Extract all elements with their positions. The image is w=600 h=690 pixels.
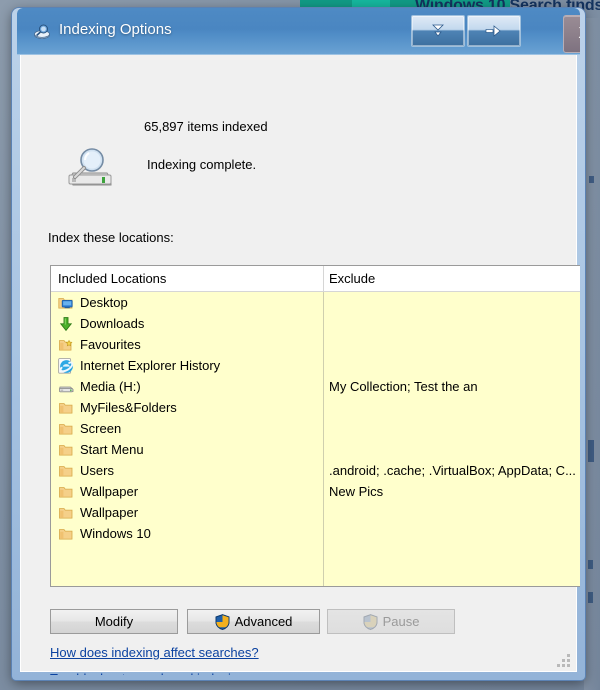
table-row[interactable]: Wallpaper New Pics (51, 481, 580, 502)
maximize-button[interactable] (467, 15, 521, 47)
window-titlebar[interactable]: Indexing Options X (17, 8, 580, 55)
index-locations-label: Index these locations: (48, 230, 174, 245)
included-location-cell[interactable]: Screen (58, 418, 320, 439)
background-right-panel (584, 18, 600, 690)
table-row[interactable]: Favourites (51, 334, 580, 355)
indexing-options-window: Indexing Options X (12, 8, 585, 680)
included-location-cell[interactable]: Windows 10 (58, 523, 320, 544)
modify-button-label: Modify (94, 614, 134, 629)
table-row[interactable]: MyFiles&Folders (51, 397, 580, 418)
indexed-locations-listbox[interactable]: Included Locations Exclude Desktop Downlo… (50, 265, 580, 587)
drive-icon (58, 379, 74, 395)
table-row[interactable]: Screen (51, 418, 580, 439)
exclude-cell[interactable]: .android; .cache; .VirtualBox; AppData; … (329, 460, 580, 481)
indexing-status-label: Indexing complete. (147, 157, 257, 172)
included-location-cell[interactable]: Start Menu (58, 439, 320, 460)
exclude-cell[interactable]: My Collection; Test the an (329, 376, 580, 397)
table-row[interactable]: Windows 10 (51, 523, 580, 544)
uac-shield-icon (215, 613, 230, 630)
uac-shield-icon-disabled (363, 613, 378, 630)
included-location-cell[interactable]: Media (H:) (58, 376, 320, 397)
table-row[interactable]: Internet Explorer History (51, 355, 580, 376)
included-location-label: Media (H:) (80, 379, 141, 394)
exclude-cell[interactable]: New Pics (329, 481, 580, 502)
background-fleck (588, 560, 593, 569)
included-location-label: MyFiles&Folders (80, 400, 177, 415)
background-fleck (588, 592, 593, 603)
included-location-cell[interactable]: MyFiles&Folders (58, 397, 320, 418)
listbox-rows: Desktop Downloads Favourites Internet Explo… (51, 292, 580, 586)
table-row[interactable]: Downloads (51, 313, 580, 334)
items-indexed-label: 65,897 items indexed (144, 119, 268, 134)
exclude-cell[interactable] (329, 439, 580, 460)
listbox-header: Included Locations Exclude (51, 266, 580, 292)
included-location-label: Desktop (80, 295, 128, 310)
included-location-cell[interactable]: Internet Explorer History (58, 355, 320, 376)
close-window-button[interactable]: X (563, 15, 580, 53)
background-fleck (589, 176, 594, 183)
pause-button-label: Pause (382, 614, 420, 629)
included-location-label: Screen (80, 421, 122, 436)
dialog-client-area: 65,897 items indexed Indexing complete. … (20, 55, 580, 675)
table-row[interactable]: Wallpaper (51, 502, 580, 523)
resize-grip[interactable] (557, 654, 570, 667)
exclude-cell[interactable] (329, 334, 580, 355)
indexing-options-icon (33, 23, 51, 41)
exclude-cell[interactable] (329, 313, 580, 334)
drive-search-icon (63, 143, 119, 191)
table-row[interactable]: Users .android; .cache; .VirtualBox; AppD… (51, 460, 580, 481)
advanced-button-label: Advanced (234, 614, 293, 629)
modify-button[interactable]: Modify (50, 609, 178, 634)
downloads-icon (58, 316, 74, 332)
advanced-button[interactable]: Advanced (187, 609, 320, 634)
exclude-cell[interactable] (329, 523, 580, 544)
how-does-indexing-affect-searches-link[interactable]: How does indexing affect searches? (50, 645, 259, 660)
included-location-cell[interactable]: Users (58, 460, 320, 481)
folder-favourites-icon (58, 337, 74, 353)
included-location-cell[interactable]: Wallpaper (58, 502, 320, 523)
exclude-cell[interactable] (329, 418, 580, 439)
table-row[interactable]: Desktop (51, 292, 580, 313)
column-header-included-locations[interactable]: Included Locations (58, 271, 166, 286)
folder-icon (58, 526, 74, 542)
troubleshoot-search-and-indexing-link[interactable]: Troubleshoot search and indexing (50, 671, 245, 675)
exclude-cell[interactable] (329, 502, 580, 523)
included-location-cell[interactable]: Desktop (58, 292, 320, 313)
close-icon: X (579, 25, 580, 43)
folder-icon (58, 484, 74, 500)
exclude-cell[interactable] (329, 355, 580, 376)
minimize-button[interactable] (411, 15, 465, 47)
included-location-label: Windows 10 (80, 526, 151, 541)
window-title: Indexing Options (59, 21, 172, 38)
internet-explorer-icon (58, 357, 74, 374)
included-location-label: Wallpaper (80, 505, 139, 520)
included-location-cell[interactable]: Favourites (58, 334, 320, 355)
included-location-label: Users (80, 463, 114, 478)
header-column-divider (323, 266, 324, 292)
window-inner: Indexing Options X (17, 8, 580, 675)
included-location-cell[interactable]: Wallpaper (58, 481, 320, 502)
folder-icon (58, 421, 74, 437)
included-location-label: Wallpaper (80, 484, 139, 499)
included-location-label: Downloads (80, 316, 145, 331)
exclude-cell[interactable] (329, 292, 580, 313)
background-fleck (588, 440, 594, 462)
included-location-cell[interactable]: Downloads (58, 313, 320, 334)
pause-button[interactable]: Pause (327, 609, 455, 634)
exclude-cell[interactable] (329, 397, 580, 418)
folder-icon (58, 400, 74, 416)
folder-icon (58, 505, 74, 521)
included-location-label: Internet Explorer History (80, 358, 221, 373)
included-location-label: Favourites (80, 337, 141, 352)
column-header-exclude[interactable]: Exclude (329, 271, 375, 286)
table-row[interactable]: Media (H:) My Collection; Test the an (51, 376, 580, 397)
table-row[interactable]: Start Menu (51, 439, 580, 460)
folder-icon (58, 463, 74, 479)
included-location-label: Start Menu (80, 442, 144, 457)
folder-desktop-icon (58, 295, 74, 311)
folder-icon (58, 442, 74, 458)
